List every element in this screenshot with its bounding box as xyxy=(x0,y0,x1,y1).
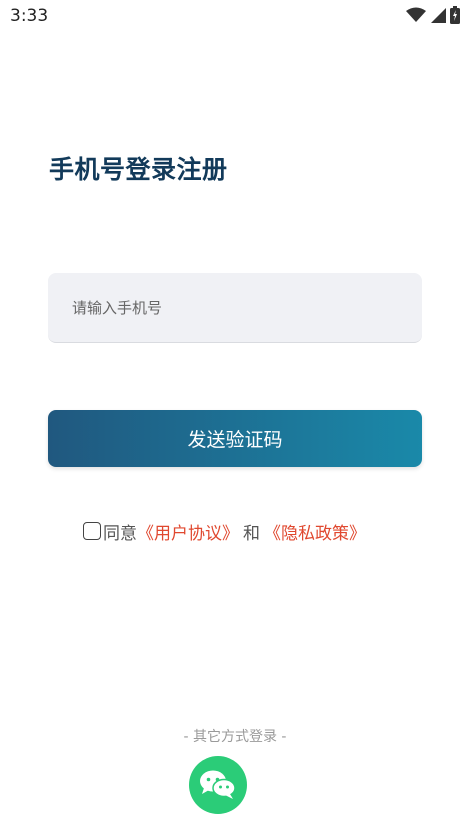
user-agreement-link[interactable]: 《用户协议》 xyxy=(137,519,239,544)
send-code-button[interactable]: 发送验证码 xyxy=(48,410,422,467)
privacy-policy-link[interactable]: 《隐私政策》 xyxy=(264,519,366,544)
agree-prefix: 同意 xyxy=(103,523,137,544)
signal-icon xyxy=(431,8,446,23)
phone-field[interactable] xyxy=(48,273,422,343)
status-icons xyxy=(406,6,460,24)
wechat-icon xyxy=(200,770,236,799)
status-bar: 3:33 xyxy=(0,0,470,32)
agree-conjunction: 和 xyxy=(243,523,260,544)
battery-icon xyxy=(450,6,460,24)
agreement-row: 同意 《用户协议》 和 《隐私政策》 xyxy=(83,519,366,544)
wechat-login-button[interactable] xyxy=(189,756,247,814)
status-time: 3:33 xyxy=(10,6,49,26)
agree-checkbox[interactable] xyxy=(83,522,101,540)
other-login-label: - 其它方式登录 - xyxy=(183,729,287,745)
phone-input[interactable] xyxy=(48,273,422,342)
page-title: 手机号登录注册 xyxy=(49,155,228,184)
wifi-icon xyxy=(406,7,426,22)
